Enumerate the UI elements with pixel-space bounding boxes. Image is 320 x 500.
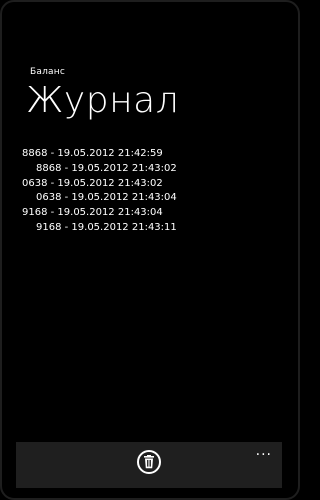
page-title: Журнал bbox=[26, 80, 180, 121]
log-entry: 0638 - 19.05.2012 21:43:02 bbox=[22, 177, 163, 189]
phone-screen: Баланс Журнал 8868 - 19.05.2012 21:42:59… bbox=[0, 0, 300, 500]
application-bar: ... bbox=[16, 442, 282, 488]
trash-icon bbox=[144, 455, 154, 469]
more-button[interactable]: ... bbox=[256, 444, 272, 458]
log-entry: 9168 - 19.05.2012 21:43:11 bbox=[36, 221, 177, 233]
log-entry: 8868 - 19.05.2012 21:43:02 bbox=[36, 162, 177, 174]
app-title: Баланс bbox=[30, 67, 65, 77]
log-entry: 9168 - 19.05.2012 21:43:04 bbox=[22, 207, 163, 219]
log-entry: 8868 - 19.05.2012 21:42:59 bbox=[22, 148, 163, 159]
delete-button[interactable] bbox=[137, 450, 161, 474]
log-list: 8868 - 19.05.2012 21:42:59 8868 - 19.05.… bbox=[22, 147, 282, 236]
log-entry: 0638 - 19.05.2012 21:43:04 bbox=[36, 192, 177, 204]
